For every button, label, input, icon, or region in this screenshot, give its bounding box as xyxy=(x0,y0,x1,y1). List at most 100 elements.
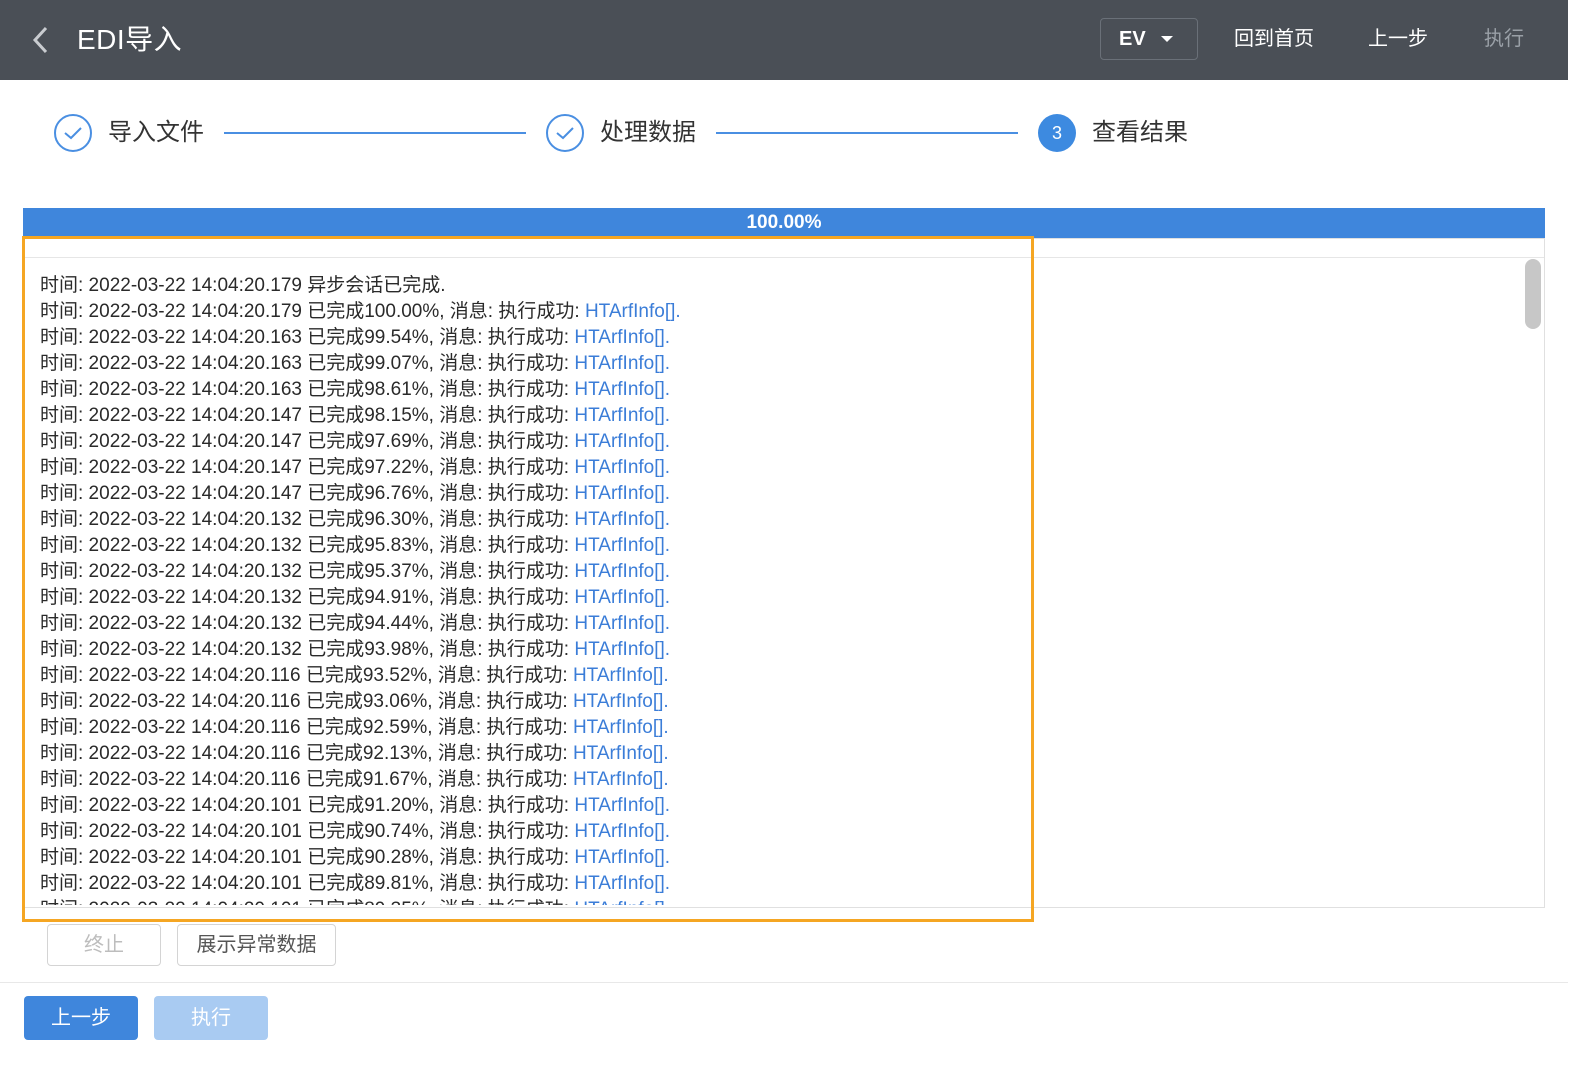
log-line: 时间: 2022-03-22 14:04:20.116 已完成91.67%, 消… xyxy=(40,767,1030,793)
log-link[interactable]: HTArfInfo[]. xyxy=(574,457,670,478)
home-link[interactable]: 回到首页 xyxy=(1234,26,1314,52)
log-line: 时间: 2022-03-22 14:04:20.179 已完成100.00%, … xyxy=(40,299,1030,325)
log-text: 时间: 2022-03-22 14:04:20.101 已完成91.20%, 消… xyxy=(40,795,575,816)
log-link[interactable]: HTArfInfo[]. xyxy=(574,353,670,374)
log-text: 时间: 2022-03-22 14:04:20.147 已完成96.76%, 消… xyxy=(40,483,575,504)
header-exec-button[interactable]: 执行 xyxy=(1484,26,1524,52)
log-line: 时间: 2022-03-22 14:04:20.101 已完成90.74%, 消… xyxy=(40,819,1030,845)
log-line: 时间: 2022-03-22 14:04:20.116 已完成93.52%, 消… xyxy=(40,663,1030,689)
log-text: 时间: 2022-03-22 14:04:20.132 已完成93.98%, 消… xyxy=(40,639,575,660)
log-link[interactable]: HTArfInfo[]. xyxy=(574,795,670,816)
log-line: 时间: 2022-03-22 14:04:20.116 已完成92.59%, 消… xyxy=(40,715,1030,741)
log-text: 时间: 2022-03-22 14:04:20.163 已完成99.07%, 消… xyxy=(40,353,575,374)
scrollbar[interactable] xyxy=(1522,257,1544,907)
log-link[interactable]: HTArfInfo[]. xyxy=(573,691,669,712)
log-line: 时间: 2022-03-22 14:04:20.101 已完成91.20%, 消… xyxy=(40,793,1030,819)
log-link[interactable]: HTArfInfo[]. xyxy=(574,847,670,868)
footer-divider xyxy=(0,982,1568,983)
log-text: 时间: 2022-03-22 14:04:20.101 已完成90.74%, 消… xyxy=(40,821,575,842)
log-text: 时间: 2022-03-22 14:04:20.179 异步会话已完成. xyxy=(40,275,446,296)
log-line: 时间: 2022-03-22 14:04:20.147 已完成97.69%, 消… xyxy=(40,429,1030,455)
log-line: 时间: 2022-03-22 14:04:20.132 已完成95.37%, 消… xyxy=(40,559,1030,585)
log-text: 时间: 2022-03-22 14:04:20.163 已完成98.61%, 消… xyxy=(40,379,575,400)
log-text: 时间: 2022-03-22 14:04:20.132 已完成95.37%, 消… xyxy=(40,561,575,582)
env-select[interactable]: EV xyxy=(1100,18,1198,60)
log-line: 时间: 2022-03-22 14:04:20.132 已完成94.44%, 消… xyxy=(40,611,1030,637)
log-text: 时间: 2022-03-22 14:04:20.163 已完成99.54%, 消… xyxy=(40,327,575,348)
log-link[interactable]: HTArfInfo[]. xyxy=(574,639,670,660)
log-text: 时间: 2022-03-22 14:04:20.147 已完成98.15%, 消… xyxy=(40,405,575,426)
step-connector-1 xyxy=(224,132,526,134)
step-1-check-icon xyxy=(54,114,92,152)
step-connector-2 xyxy=(716,132,1018,134)
log-link[interactable]: HTArfInfo[]. xyxy=(573,665,669,686)
log-line: 时间: 2022-03-22 14:04:20.116 已完成93.06%, 消… xyxy=(40,689,1030,715)
log-text: 时间: 2022-03-22 14:04:20.116 已完成92.13%, 消… xyxy=(40,743,573,764)
log-text: 时间: 2022-03-22 14:04:20.101 已完成89.81%, 消… xyxy=(40,873,575,894)
log-link[interactable]: HTArfInfo[]. xyxy=(573,769,669,790)
log-link[interactable]: HTArfInfo[]. xyxy=(574,327,670,348)
log-line: 时间: 2022-03-22 14:04:20.101 已完成89.81%, 消… xyxy=(40,871,1030,897)
show-errors-button[interactable]: 展示异常数据 xyxy=(177,924,336,966)
top-bar: EDI导入 EV 回到首页 上一步 执行 xyxy=(0,0,1568,80)
log-link[interactable]: HTArfInfo[]. xyxy=(573,717,669,738)
log-list: 时间: 2022-03-22 14:04:20.179 异步会话已完成. 时间: … xyxy=(40,273,1030,905)
log-line: 时间: 2022-03-22 14:04:20.147 已完成98.15%, 消… xyxy=(40,403,1030,429)
log-link[interactable]: HTArfInfo[]. xyxy=(574,613,670,634)
log-line: 时间: 2022-03-22 14:04:20.179 异步会话已完成. xyxy=(40,273,1030,299)
log-text: 时间: 2022-03-22 14:04:20.101 已完成90.28%, 消… xyxy=(40,847,575,868)
chevron-left-icon xyxy=(32,26,48,54)
log-line: 时间: 2022-03-22 14:04:20.147 已完成96.76%, 消… xyxy=(40,481,1030,507)
log-line: 时间: 2022-03-22 14:04:20.163 已完成98.61%, 消… xyxy=(40,377,1030,403)
log-link[interactable]: HTArfInfo[]. xyxy=(574,561,670,582)
log-text: 时间: 2022-03-22 14:04:20.147 已完成97.69%, 消… xyxy=(40,431,575,452)
log-line: 时间: 2022-03-22 14:04:20.101 已完成90.28%, 消… xyxy=(40,845,1030,871)
log-text: 时间: 2022-03-22 14:04:20.147 已完成97.22%, 消… xyxy=(40,457,575,478)
step-1-label: 导入文件 xyxy=(108,119,204,146)
log-text: 时间: 2022-03-22 14:04:20.116 已完成92.59%, 消… xyxy=(40,717,573,738)
log-text: 时间: 2022-03-22 14:04:20.116 已完成93.06%, 消… xyxy=(40,691,573,712)
log-text: 时间: 2022-03-22 14:04:20.132 已完成94.44%, 消… xyxy=(40,613,575,634)
progress-bar: 100.00% xyxy=(23,208,1545,238)
log-link[interactable]: HTArfInfo[]. xyxy=(574,379,670,400)
stop-button[interactable]: 终止 xyxy=(47,924,161,966)
step-2-label: 处理数据 xyxy=(600,119,696,146)
log-line: 时间: 2022-03-22 14:04:20.163 已完成99.07%, 消… xyxy=(40,351,1030,377)
log-link[interactable]: HTArfInfo[]. xyxy=(574,821,670,842)
log-text: 时间: 2022-03-22 14:04:20.116 已完成91.67%, 消… xyxy=(40,769,573,790)
prev-step-button[interactable]: 上一步 xyxy=(24,996,138,1040)
log-line: 时间: 2022-03-22 14:04:20.163 已完成99.54%, 消… xyxy=(40,325,1030,351)
step-3-number: 3 xyxy=(1038,114,1076,152)
log-line: 时间: 2022-03-22 14:04:20.132 已完成96.30%, 消… xyxy=(40,507,1030,533)
log-text: 时间: 2022-03-22 14:04:20.132 已完成94.91%, 消… xyxy=(40,587,575,608)
log-text: 时间: 2022-03-22 14:04:20.101 已完成89.35%, 消… xyxy=(40,899,574,905)
scrollbar-thumb[interactable] xyxy=(1525,259,1541,329)
log-line: 时间: 2022-03-22 14:04:20.116 已完成92.13%, 消… xyxy=(40,741,1030,767)
log-link[interactable]: HTArfInfo[]. xyxy=(585,301,681,322)
log-link[interactable]: HTArfInfo[]. xyxy=(574,483,670,504)
env-select-value: EV xyxy=(1119,27,1146,50)
log-text: 时间: 2022-03-22 14:04:20.116 已完成93.52%, 消… xyxy=(40,665,573,686)
log-link[interactable]: HTArfInfo[]. xyxy=(574,899,670,905)
log-link[interactable]: HTArfInfo[]. xyxy=(574,431,670,452)
log-line: 时间: 2022-03-22 14:04:20.101 已完成89.35%, 消… xyxy=(40,897,1030,905)
step-indicator: 导入文件 处理数据 3 查看结果 xyxy=(0,100,1584,170)
log-text: 时间: 2022-03-22 14:04:20.132 已完成95.83%, 消… xyxy=(40,535,575,556)
log-text: 时间: 2022-03-22 14:04:20.179 已完成100.00%, … xyxy=(40,301,585,322)
log-link[interactable]: HTArfInfo[]. xyxy=(574,873,670,894)
execute-button[interactable]: 执行 xyxy=(154,996,268,1040)
log-link[interactable]: HTArfInfo[]. xyxy=(574,509,670,530)
log-link[interactable]: HTArfInfo[]. xyxy=(574,535,670,556)
log-link[interactable]: HTArfInfo[]. xyxy=(574,405,670,426)
log-panel-divider xyxy=(24,257,1544,258)
page-title: EDI导入 xyxy=(77,24,183,55)
log-line: 时间: 2022-03-22 14:04:20.132 已完成95.83%, 消… xyxy=(40,533,1030,559)
log-line: 时间: 2022-03-22 14:04:20.132 已完成93.98%, 消… xyxy=(40,637,1030,663)
header-prev-button[interactable]: 上一步 xyxy=(1368,26,1428,52)
caret-down-icon xyxy=(1160,34,1174,44)
progress-text: 100.00% xyxy=(746,212,822,233)
log-link[interactable]: HTArfInfo[]. xyxy=(574,587,670,608)
log-panel: 时间: 2022-03-22 14:04:20.179 异步会话已完成. 时间: … xyxy=(23,238,1545,908)
log-link[interactable]: HTArfInfo[]. xyxy=(573,743,669,764)
back-button[interactable] xyxy=(24,20,56,60)
